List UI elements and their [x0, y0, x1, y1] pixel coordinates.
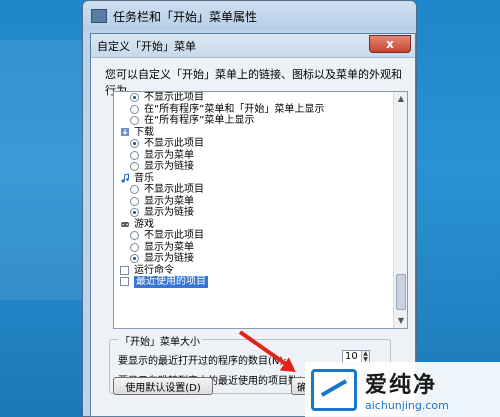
- radio-button[interactable]: [130, 242, 139, 252]
- watermark-logo-icon: [311, 368, 357, 411]
- list-row-label: 不显示此项目: [144, 138, 204, 149]
- list-group-header: 游戏: [114, 219, 394, 231]
- scroll-down-icon[interactable]: ▼: [394, 314, 407, 328]
- outer-title-bar: 任务栏和「开始」菜单属性: [83, 1, 416, 31]
- list-option[interactable]: 不显示此项目: [114, 138, 394, 150]
- dialog-title: 自定义「开始」菜单: [97, 39, 196, 53]
- scroll-thumb[interactable]: [396, 274, 406, 310]
- radio-button[interactable]: [130, 231, 139, 241]
- radio-button[interactable]: [130, 208, 139, 218]
- recent-programs-row: 要显示的最近打开过的程序的数目(N):: [118, 352, 287, 367]
- list-row-label: 显示为菜单: [144, 241, 194, 253]
- list-row-label: 显示为菜单: [144, 149, 194, 161]
- customize-start-menu-dialog: 自定义「开始」菜单 x 您可以自定义「开始」菜单上的链接、图标以及菜单的外观和行…: [90, 33, 416, 417]
- list-option[interactable]: 不显示此项目: [114, 184, 394, 196]
- list-option[interactable]: 在“所有程序”菜单上显示: [114, 115, 394, 127]
- list-option[interactable]: 不显示此项目: [114, 230, 394, 242]
- list-group-header: 音乐: [114, 173, 394, 185]
- radio-button[interactable]: [130, 162, 139, 172]
- list-option[interactable]: 在“所有程序”菜单和「开始」菜单上显示: [114, 104, 394, 116]
- list-row-label: 游戏: [134, 218, 154, 230]
- list-row-label: 下载: [134, 126, 154, 138]
- watermark-url: aichunjing.com: [365, 399, 449, 412]
- list-option[interactable]: 显示为菜单: [114, 196, 394, 208]
- size-group-legend: 「开始」菜单大小: [118, 333, 202, 348]
- list-row-label: 不显示此项目: [144, 230, 204, 241]
- list-row-label: 不显示此项目: [144, 184, 204, 195]
- download-icon: [121, 128, 129, 137]
- recent-programs-label: 要显示的最近打开过的程序的数目(N):: [118, 356, 287, 367]
- options-list: 不显示此项目 在“所有程序”菜单和「开始」菜单上显示 在“所有程序”菜单上显示 下载不…: [114, 92, 394, 288]
- list-option[interactable]: 显示为菜单: [114, 150, 394, 162]
- list-row-label: 在“所有程序”菜单和「开始」菜单上显示: [144, 103, 325, 115]
- list-row-label: 最近使用的项目: [134, 276, 208, 288]
- recent-programs-value[interactable]: 10: [345, 351, 358, 362]
- checkbox[interactable]: [120, 277, 129, 287]
- use-default-settings-button[interactable]: 使用默认设置(D): [113, 377, 213, 395]
- checkbox[interactable]: [120, 265, 129, 275]
- list-option[interactable]: 显示为链接: [114, 207, 394, 219]
- list-group-header: 下载: [114, 127, 394, 139]
- radio-button[interactable]: [130, 254, 139, 264]
- list-row-label: 在“所有程序”菜单上显示: [144, 115, 255, 126]
- list-option[interactable]: 显示为菜单: [114, 242, 394, 254]
- list-option[interactable]: 不显示此项目: [114, 92, 394, 104]
- list-row-label: 显示为链接: [144, 161, 194, 172]
- list-option[interactable]: 运行命令: [114, 265, 394, 277]
- list-option[interactable]: 最近使用的项目: [114, 276, 394, 288]
- options-listbox[interactable]: 不显示此项目 在“所有程序”菜单和「开始」菜单上显示 在“所有程序”菜单上显示 下载不…: [113, 91, 408, 329]
- list-row-label: 运行命令: [134, 264, 174, 276]
- desktop-decoration: [0, 40, 90, 300]
- list-row-label: 显示为链接: [144, 253, 194, 264]
- music-icon: [121, 173, 129, 183]
- window-icon: [91, 9, 107, 23]
- list-row-label: 显示为菜单: [144, 195, 194, 207]
- radio-button[interactable]: [130, 104, 139, 114]
- list-row-label: 音乐: [134, 172, 154, 184]
- radio-button[interactable]: [130, 185, 139, 195]
- scroll-up-icon[interactable]: ▲: [394, 92, 407, 106]
- watermark-name: 爱纯净: [365, 373, 438, 398]
- list-scrollbar[interactable]: ▲ ▼: [393, 92, 407, 328]
- radio-button[interactable]: [130, 196, 139, 206]
- dialog-title-bar: 自定义「开始」菜单 x: [91, 34, 415, 58]
- radio-button[interactable]: [130, 93, 139, 103]
- site-watermark: 爱纯净 aichunjing.com: [305, 362, 500, 417]
- outer-window-title: 任务栏和「开始」菜单属性: [113, 9, 258, 24]
- radio-button[interactable]: [130, 116, 139, 126]
- list-row-label: 不显示此项目: [144, 92, 204, 103]
- games-icon: [121, 222, 129, 228]
- radio-button[interactable]: [130, 139, 139, 149]
- list-option[interactable]: 显示为链接: [114, 161, 394, 173]
- radio-button[interactable]: [130, 150, 139, 160]
- list-row-label: 显示为链接: [144, 207, 194, 218]
- list-option[interactable]: 显示为链接: [114, 253, 394, 265]
- close-button[interactable]: x: [369, 34, 411, 53]
